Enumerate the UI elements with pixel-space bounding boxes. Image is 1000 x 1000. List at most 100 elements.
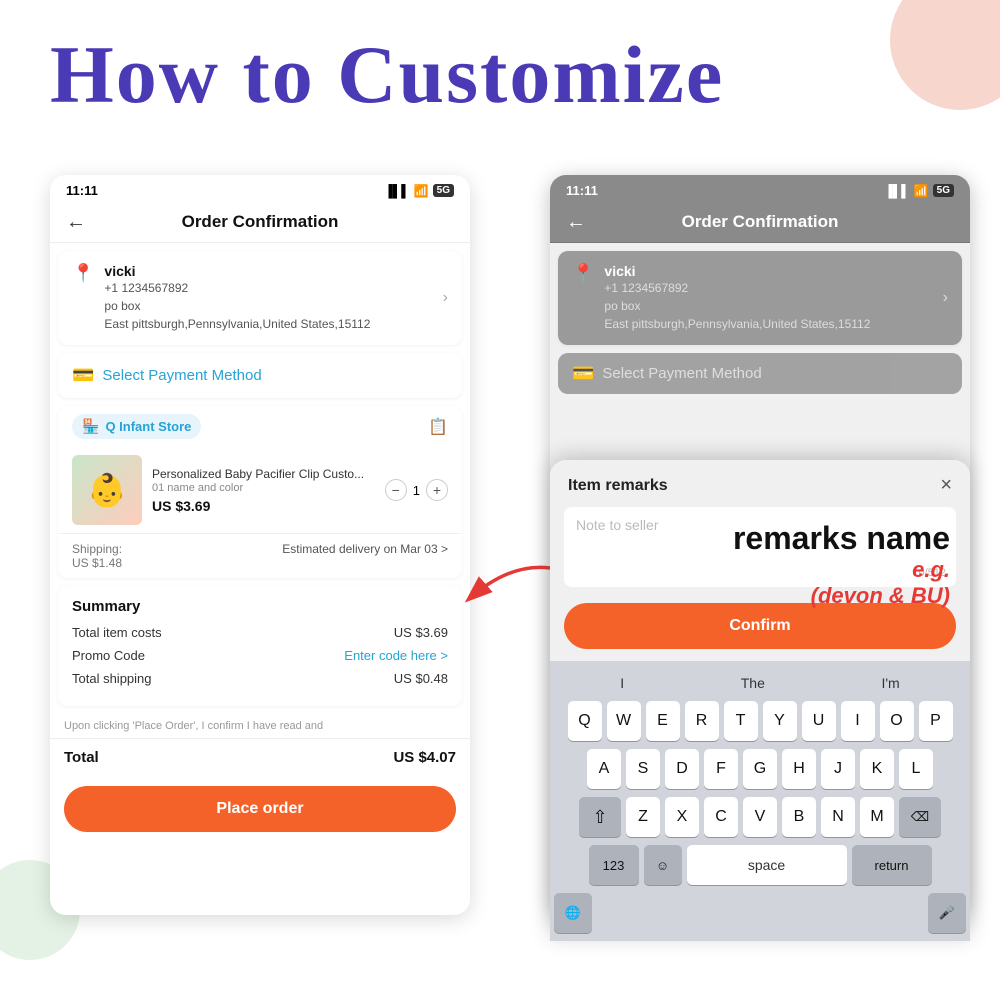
- mic-key[interactable]: 🎤: [928, 893, 966, 933]
- key-u[interactable]: U: [802, 701, 836, 741]
- return-key[interactable]: return: [852, 845, 932, 885]
- bg-circle-pink: [890, 0, 1000, 110]
- space-key[interactable]: space: [687, 845, 847, 885]
- address-chevron: ›: [443, 289, 448, 307]
- signal-icon-right: ▐▌▌: [884, 184, 910, 198]
- keyboard-row-4: 123 ☺ space return: [554, 845, 966, 885]
- key-x[interactable]: X: [665, 797, 699, 837]
- remarks-name-text: remarks name: [733, 520, 950, 557]
- location-icon-right: 📍: [572, 263, 594, 284]
- key-o[interactable]: O: [880, 701, 914, 741]
- key-g[interactable]: G: [743, 749, 777, 789]
- key-m[interactable]: M: [860, 797, 894, 837]
- key-l[interactable]: L: [899, 749, 933, 789]
- app-header-left: ← Order Confirmation: [50, 202, 470, 243]
- modal-title: Item remarks: [568, 477, 668, 495]
- remarks-annotation: remarks name e.g. (devon & BU): [733, 520, 950, 609]
- summary-promo[interactable]: Promo Code Enter code here >: [72, 648, 448, 663]
- shift-key[interactable]: ⇧: [579, 797, 621, 837]
- key-r[interactable]: R: [685, 701, 719, 741]
- key-c[interactable]: C: [704, 797, 738, 837]
- store-badge[interactable]: 🏪 Q Infant Store: [72, 414, 201, 439]
- modal-close-button[interactable]: ×: [940, 474, 952, 497]
- key-e[interactable]: E: [646, 701, 680, 741]
- remarks-eg-value: (devon & BU): [733, 583, 950, 609]
- qty-decrease[interactable]: −: [385, 479, 407, 501]
- key-f[interactable]: F: [704, 749, 738, 789]
- product-variant: 01 name and color: [152, 482, 375, 494]
- status-icons-right: ▐▌▌ 📶 5G: [884, 184, 954, 198]
- network-badge: 5G: [433, 184, 454, 197]
- address-card-left[interactable]: 📍 vicki +1 1234567892 po box East pittsb…: [58, 251, 462, 345]
- status-icons-left: ▐▌▌ 📶 5G: [384, 184, 454, 198]
- status-bar-right: 11:11 ▐▌▌ 📶 5G: [550, 175, 970, 202]
- key-p[interactable]: P: [919, 701, 953, 741]
- modal-placeholder: Note to seller: [576, 517, 658, 533]
- address-phone-right: +1 1234567892: [604, 279, 942, 297]
- key-a[interactable]: A: [587, 749, 621, 789]
- modal-header: Item remarks ×: [550, 460, 970, 507]
- header-title-left: Order Confirmation: [182, 212, 339, 232]
- time-right: 11:11: [566, 183, 598, 198]
- product-name: Personalized Baby Pacifier Clip Custo...: [152, 466, 375, 483]
- summary-section: Summary Total item costs US $3.69 Promo …: [58, 586, 462, 706]
- remarks-eg-label: e.g.: [733, 557, 950, 583]
- suggestion-3[interactable]: I'm: [873, 673, 907, 693]
- time-left: 11:11: [66, 183, 98, 198]
- key-j[interactable]: J: [821, 749, 855, 789]
- key-v[interactable]: V: [743, 797, 777, 837]
- address-info: vicki +1 1234567892 po box East pittsbur…: [104, 263, 442, 333]
- product-image: 👶: [72, 455, 142, 525]
- product-price: US $3.69: [152, 498, 375, 514]
- key-y[interactable]: Y: [763, 701, 797, 741]
- keyboard-suggestions: I The I'm: [554, 669, 966, 701]
- key-i[interactable]: I: [841, 701, 875, 741]
- shipping-row: Shipping: US $1.48 Estimated delivery on…: [58, 533, 462, 578]
- address-chevron-right: ›: [943, 289, 948, 307]
- qty-increase[interactable]: +: [426, 479, 448, 501]
- summary-item-costs: Total item costs US $3.69: [72, 625, 448, 640]
- key-n[interactable]: N: [821, 797, 855, 837]
- key-s[interactable]: S: [626, 749, 660, 789]
- summary-title: Summary: [72, 598, 448, 615]
- address-name: vicki: [104, 263, 442, 279]
- note-icon[interactable]: 📋: [428, 417, 448, 437]
- payment-label-right: Select Payment Method: [602, 365, 761, 382]
- address-line-right: po box: [604, 297, 942, 315]
- key-w[interactable]: W: [607, 701, 641, 741]
- keyboard-row-2: A S D F G H J K L: [554, 749, 966, 789]
- app-header-right: ← Order Confirmation: [550, 202, 970, 243]
- key-emoji[interactable]: ☺: [644, 845, 682, 885]
- disclaimer: Upon clicking 'Place Order', I confirm I…: [50, 714, 470, 738]
- place-order-button[interactable]: Place order: [64, 786, 456, 832]
- globe-key[interactable]: 🌐: [554, 893, 592, 933]
- qty-value: 1: [413, 483, 420, 498]
- key-b[interactable]: B: [782, 797, 816, 837]
- shipping-date: Estimated delivery on Mar 03 >: [282, 542, 448, 570]
- keyboard-row-1: Q W E R T Y U I O P: [554, 701, 966, 741]
- payment-label[interactable]: Select Payment Method: [102, 367, 261, 384]
- suggestion-1[interactable]: I: [612, 673, 632, 693]
- payment-icon-right: 💳: [572, 363, 594, 384]
- back-button-left[interactable]: ←: [66, 211, 86, 234]
- key-q[interactable]: Q: [568, 701, 602, 741]
- key-d[interactable]: D: [665, 749, 699, 789]
- product-row: 👶 Personalized Baby Pacifier Clip Custo.…: [58, 447, 462, 533]
- suggestion-2[interactable]: The: [733, 673, 773, 693]
- key-k[interactable]: K: [860, 749, 894, 789]
- back-button-right[interactable]: ←: [566, 211, 586, 234]
- payment-card-left[interactable]: 💳 Select Payment Method: [58, 353, 462, 398]
- key-z[interactable]: Z: [626, 797, 660, 837]
- phone-left: 11:11 ▐▌▌ 📶 5G ← Order Confirmation 📍 vi…: [50, 175, 470, 915]
- backspace-key[interactable]: ⌫: [899, 797, 941, 837]
- remarks-modal: Item remarks × Note to seller 0/512 rema…: [550, 460, 970, 941]
- payment-partial-right: 💳 Select Payment Method: [558, 353, 962, 394]
- address-info-right: vicki +1 1234567892 po box East pittsbur…: [604, 263, 942, 333]
- key-t[interactable]: T: [724, 701, 758, 741]
- address-phone: +1 1234567892: [104, 279, 442, 297]
- confirm-button[interactable]: Confirm: [564, 603, 956, 649]
- key-123[interactable]: 123: [589, 845, 639, 885]
- key-h[interactable]: H: [782, 749, 816, 789]
- wifi-icon: 📶: [414, 184, 429, 198]
- address-card-right[interactable]: 📍 vicki +1 1234567892 po box East pittsb…: [558, 251, 962, 345]
